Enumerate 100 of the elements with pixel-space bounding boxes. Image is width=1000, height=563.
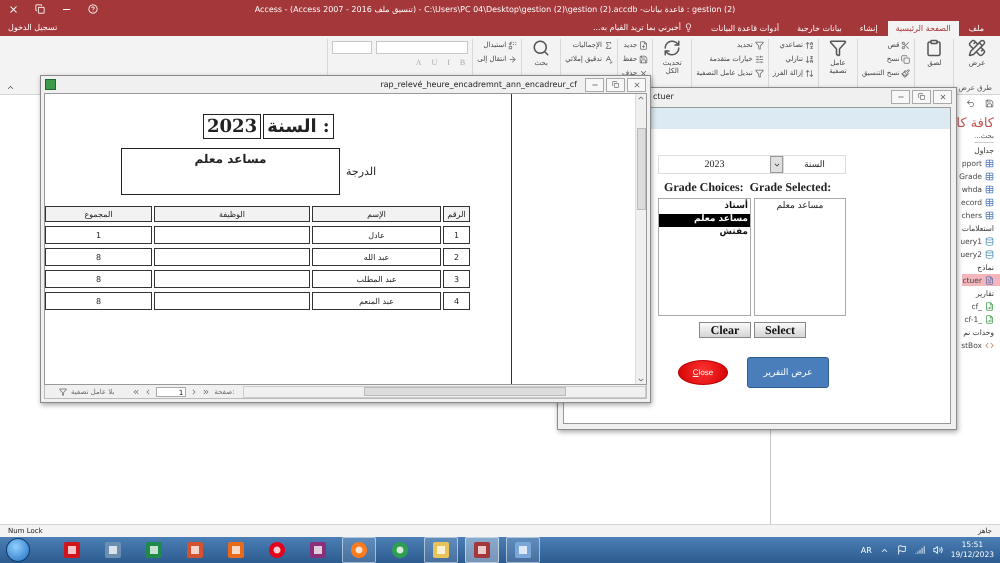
sort-descending-icon — [804, 54, 814, 64]
replace-icon — [508, 40, 518, 50]
table-cell: عبد المنعم — [312, 292, 441, 310]
database-icon — [985, 250, 994, 258]
report-icon — [985, 314, 994, 324]
table-cell: 3 — [443, 270, 470, 288]
clipboard-icon — [925, 39, 944, 57]
column-header: المجموع — [45, 206, 152, 222]
restore-button[interactable] — [912, 90, 931, 104]
app-icon — [145, 541, 163, 559]
taskbar-button[interactable] — [342, 537, 376, 563]
table-cell: 8 — [45, 248, 152, 266]
table-cell: 8 — [45, 292, 152, 310]
year-value: 2023 — [203, 114, 262, 139]
undo-icon[interactable] — [966, 98, 975, 108]
spellcheck-icon — [604, 54, 613, 64]
restore-icon — [918, 93, 925, 100]
signal-icon[interactable] — [914, 545, 925, 555]
table-cell: عادل — [312, 226, 441, 244]
collapse-icon[interactable] — [6, 83, 15, 92]
scroll-bar[interactable] — [635, 94, 646, 384]
search-icon — [532, 39, 550, 57]
app-icon — [309, 541, 327, 559]
filter-icon — [828, 39, 847, 57]
last-page-icon[interactable] — [202, 388, 210, 396]
ribbon-tab[interactable]: أدوات قاعدة البيانات — [703, 21, 788, 36]
language-indicator[interactable]: AR — [860, 546, 872, 554]
report-icon — [985, 302, 994, 310]
pane-title: كافة كا — [956, 116, 994, 131]
ribbon-tab[interactable]: ملف — [960, 21, 992, 36]
arrows-icon — [804, 68, 814, 78]
show-report-button[interactable]: عرض التقرير — [747, 357, 829, 388]
clear-button[interactable]: Clear — [699, 322, 751, 338]
app-icon — [104, 541, 122, 559]
font-name-field[interactable] — [376, 41, 468, 54]
save-icon — [639, 54, 648, 64]
list-item[interactable]: مساعد معلم — [755, 201, 845, 211]
app-icon — [473, 541, 491, 559]
app-icon — [391, 541, 409, 559]
table-cell: 2 — [443, 248, 470, 266]
first-page-icon[interactable] — [132, 388, 140, 396]
tell-me-field[interactable]: أخبرني بما تريد القيام به... — [584, 20, 702, 35]
taskbar-button[interactable] — [465, 537, 499, 563]
grid-icon — [985, 172, 994, 180]
restore-button[interactable] — [606, 78, 625, 92]
scissors-icon — [901, 40, 910, 50]
lightbulb-icon — [684, 23, 694, 32]
app-icon — [186, 541, 204, 559]
sort-ascending-icon — [804, 40, 814, 50]
close-icon[interactable] — [8, 4, 19, 14]
filter-icon — [59, 388, 67, 396]
filter-icon — [754, 40, 764, 50]
ribbon-tab[interactable]: إنشاء — [852, 21, 886, 36]
copy-icon — [901, 54, 910, 64]
report-icon — [45, 79, 56, 90]
list-label: Grade Choices: — [664, 180, 744, 195]
grid-icon — [985, 184, 994, 194]
speaker-icon[interactable] — [932, 545, 943, 555]
choices-list[interactable]: أستاذ مساعد معلم مفتش — [658, 198, 751, 316]
form-icon — [985, 276, 994, 284]
restore-icon[interactable] — [35, 4, 45, 14]
save-icon[interactable] — [985, 98, 994, 108]
taskbar-button[interactable] — [424, 537, 458, 563]
app-icon — [227, 541, 245, 559]
window-title: gestion (2) : قاعدة بيانات- C:\Users\PC 04\Desktop\gestion (2)\gestion (2).accdb - (تنسيق ملف Access 2007 - 2016) - Access — [254, 4, 736, 14]
list-item[interactable]: مفتش — [659, 227, 750, 240]
column-header: الإسم — [312, 206, 441, 222]
sign-in-link[interactable]: تسجيل الدخول — [8, 23, 58, 32]
close-icon — [632, 80, 640, 88]
select-button[interactable]: Select — [754, 322, 806, 338]
start-button[interactable] — [6, 538, 30, 562]
grid-icon — [985, 198, 994, 206]
close-icon — [938, 92, 946, 100]
restore-icon — [612, 81, 619, 88]
table-cell: عبد المطلب — [312, 270, 441, 288]
table-cell: 4 — [443, 292, 470, 310]
flag-icon[interactable] — [896, 545, 907, 555]
table-cell: عبد الله — [312, 248, 441, 266]
help-icon[interactable] — [88, 4, 98, 14]
filter-icon — [754, 68, 764, 78]
sliders-icon — [754, 54, 764, 64]
list-item[interactable]: أستاذ — [659, 201, 750, 214]
window-title: ctuer — [653, 92, 674, 101]
font-size-field[interactable] — [332, 41, 372, 54]
ribbon-tab[interactable]: بيانات خارجية — [789, 21, 850, 36]
list-item[interactable]: مساعد معلم — [659, 214, 750, 227]
ruler-pencil-icon — [968, 39, 986, 57]
close-button[interactable]: Close — [678, 360, 728, 385]
grade-label: الدرجة — [346, 165, 376, 178]
selected-list[interactable]: مساعد معلم — [754, 198, 846, 316]
grid-icon — [985, 210, 994, 220]
taskbar-button[interactable] — [506, 537, 540, 563]
window-title: rap_relevé_heure_encadremnt_ann_encadreur_cf — [380, 80, 577, 89]
ribbon-tab[interactable]: الصفحة الرئيسية — [888, 21, 959, 36]
app-icon — [514, 541, 532, 559]
scroll-bar[interactable] — [242, 386, 646, 398]
grade-value: مساعد معلم — [121, 148, 340, 195]
app-icon — [268, 541, 286, 559]
paintbrush-icon — [901, 68, 910, 78]
list-label: Grade Selected: — [750, 180, 832, 195]
